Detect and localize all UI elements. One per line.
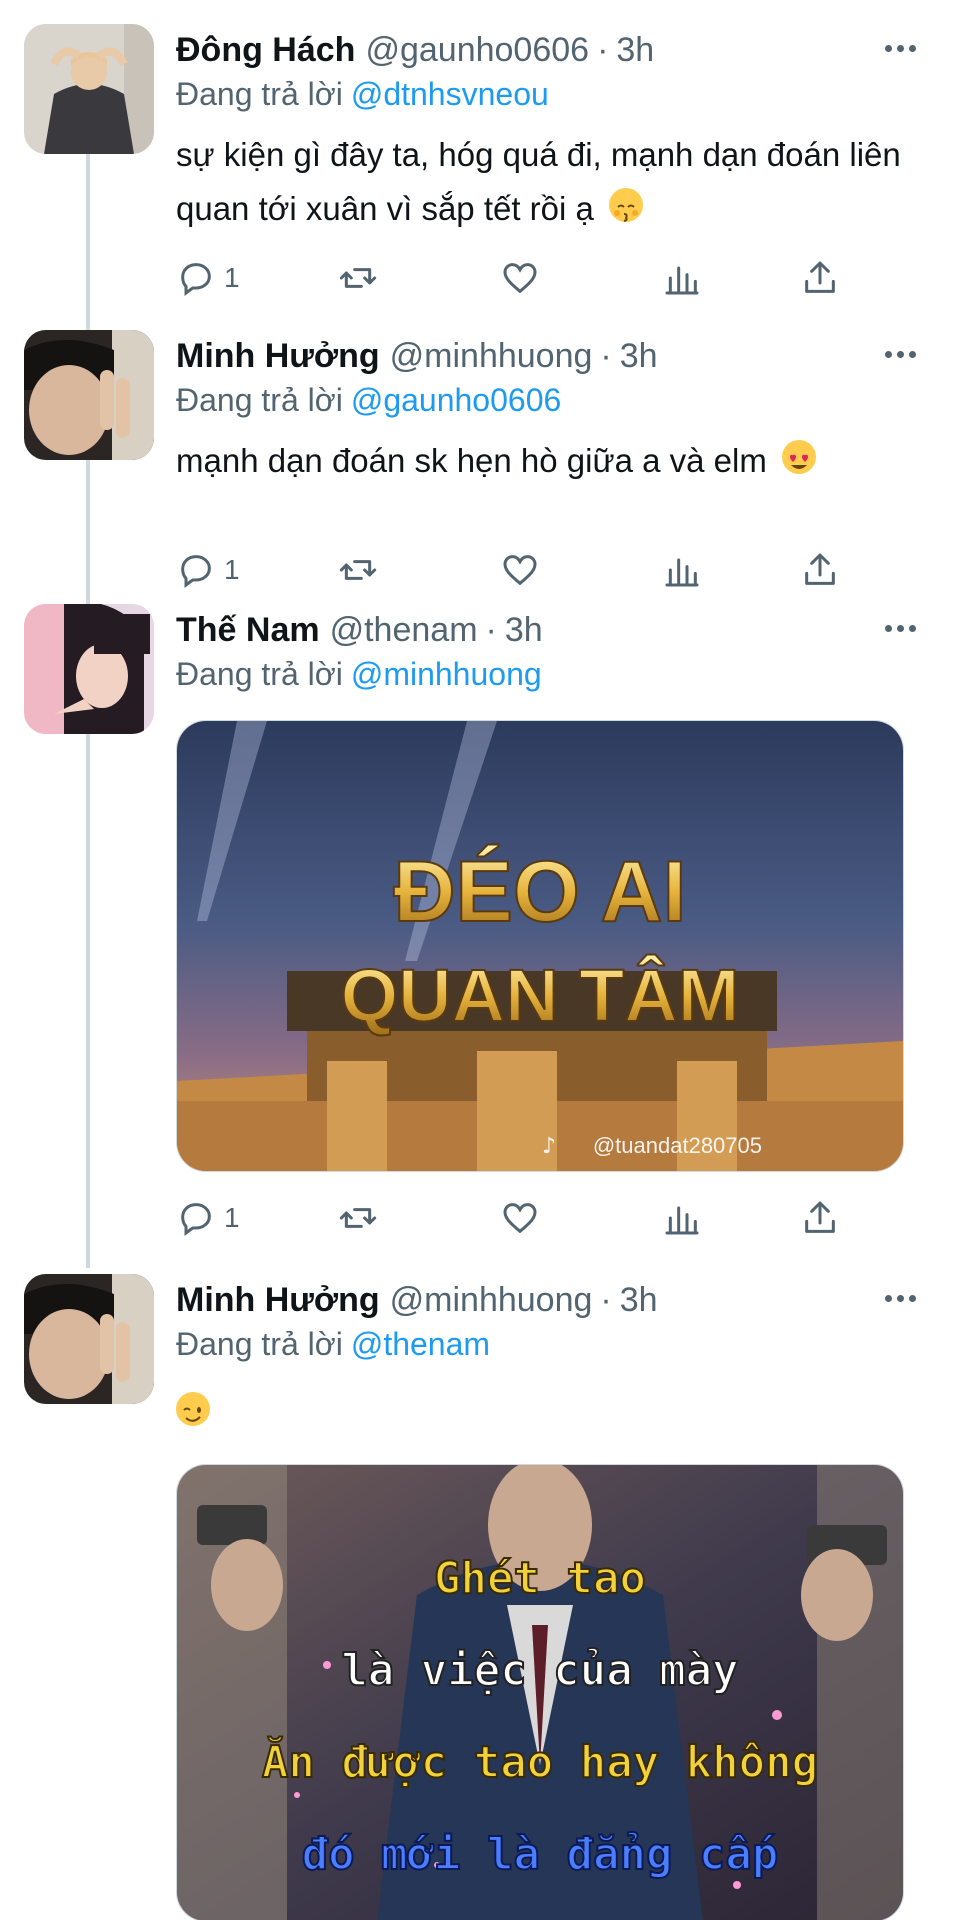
like-button[interactable] <box>500 1194 540 1242</box>
analytics-button[interactable] <box>662 546 702 594</box>
heart-icon <box>503 555 537 586</box>
mention-link[interactable]: @thenam <box>351 1326 490 1362</box>
handle[interactable]: @minhhuong <box>390 337 593 375</box>
reply-thread: Đông Hách @gaunho0606 · 3h Đang trả lời @dtn… <box>0 0 972 1920</box>
mention-link[interactable]: @gaunho0606 <box>351 382 561 418</box>
meme-caption-line-3: Ăn được tao hay không <box>262 1735 818 1788</box>
like-button[interactable] <box>500 546 540 594</box>
timestamp[interactable]: 3h <box>620 1281 658 1319</box>
handle[interactable]: @minhhuong <box>390 1281 593 1319</box>
retweet-button[interactable] <box>338 254 378 302</box>
like-button[interactable] <box>500 254 540 302</box>
dot-separator: · <box>600 1281 612 1319</box>
timestamp[interactable]: 3h <box>616 31 654 69</box>
analytics-button[interactable] <box>662 1194 702 1242</box>
retweet-icon <box>339 1208 377 1228</box>
avatar[interactable] <box>24 330 154 460</box>
retweet-icon <box>339 560 377 580</box>
tweet-media-image[interactable]: ĐÉO AI QUAN TÂM @tuandat280705 ♪ <box>176 720 904 1172</box>
reply-button[interactable]: 1 <box>176 1194 240 1242</box>
tiktok-watermark: @tuandat280705 <box>593 1133 762 1158</box>
share-icon <box>805 553 835 585</box>
tweet-text <box>176 1386 936 1440</box>
retweet-button[interactable] <box>338 1194 378 1242</box>
share-icon <box>805 261 835 293</box>
reply-icon <box>181 555 211 588</box>
dot-separator: · <box>597 31 609 69</box>
reply-button[interactable]: 1 <box>176 254 240 302</box>
heart-eyes-emoji <box>781 440 816 474</box>
tweet-actions: 1 <box>176 1194 856 1242</box>
share-button[interactable] <box>800 1194 840 1242</box>
display-name[interactable]: Minh Hưởng <box>176 337 380 375</box>
share-button[interactable] <box>800 546 840 594</box>
timestamp[interactable]: 3h <box>620 337 658 375</box>
tweet-actions: 1 <box>176 254 856 302</box>
tweet-text: sự kiện gì đây ta, hóg quá đi, mạnh dạn … <box>176 136 901 227</box>
display-name[interactable]: Minh Hưởng <box>176 1281 380 1319</box>
share-button[interactable] <box>800 254 840 302</box>
dot-separator: · <box>485 611 497 649</box>
reply-count: 1 <box>224 554 240 585</box>
tweet-actions: 1 <box>176 546 856 594</box>
tiktok-icon: ♪ <box>542 1134 556 1159</box>
retweet-icon <box>339 268 377 288</box>
reply-count: 1 <box>224 262 240 293</box>
handle[interactable]: @thenam <box>330 611 478 649</box>
meme-caption-line-1: Ghét tao <box>434 1553 646 1604</box>
meme-caption-line-2: là việc của mày <box>341 1645 738 1696</box>
avatar[interactable] <box>24 1274 154 1404</box>
reply-count: 1 <box>224 1202 240 1233</box>
analytics-icon <box>665 266 699 295</box>
dot-separator: · <box>600 337 612 375</box>
analytics-icon <box>665 558 699 587</box>
display-name[interactable]: Thế Nam <box>176 611 320 649</box>
display-name[interactable]: Đông Hách <box>176 31 355 69</box>
analytics-button[interactable] <box>662 254 702 302</box>
analytics-icon <box>665 1206 699 1235</box>
share-icon <box>805 1201 835 1233</box>
more-options-icon[interactable] <box>876 28 924 68</box>
retweet-button[interactable] <box>338 546 378 594</box>
replying-to-label: Đang trả lời <box>176 76 343 112</box>
more-options-icon[interactable] <box>876 608 924 648</box>
heart-icon <box>503 1203 537 1234</box>
kissing-face-emoji <box>609 188 644 222</box>
meme-line-1: ĐÉO AI <box>393 844 686 940</box>
winking-face-emoji <box>176 1392 210 1426</box>
heart-icon <box>503 263 537 294</box>
reply-icon <box>181 1203 211 1236</box>
meme-line-2: QUAN TÂM <box>341 954 740 1037</box>
replying-to-label: Đang trả lời <box>176 656 343 692</box>
replying-to-label: Đang trả lời <box>176 1326 343 1362</box>
timestamp[interactable]: 3h <box>505 611 543 649</box>
more-options-icon[interactable] <box>876 1278 924 1318</box>
more-options-icon[interactable] <box>876 334 924 374</box>
mention-link[interactable]: @minhhuong <box>351 656 542 692</box>
mention-link[interactable]: @dtnhsvneou <box>351 76 549 112</box>
replying-to-label: Đang trả lời <box>176 382 343 418</box>
meme-caption-line-4: đó mới là đẳng cấp <box>302 1829 779 1880</box>
tweet-media-image[interactable]: Ghét tao là việc của mày Ăn được tao hay… <box>176 1464 904 1920</box>
tweet-text: mạnh dạn đoán sk hẹn hò giữa a và elm <box>176 434 936 488</box>
handle[interactable]: @gaunho0606 <box>365 31 589 69</box>
reply-icon <box>181 263 211 296</box>
avatar[interactable] <box>24 24 154 154</box>
reply-button[interactable]: 1 <box>176 546 240 594</box>
avatar[interactable] <box>24 604 154 734</box>
